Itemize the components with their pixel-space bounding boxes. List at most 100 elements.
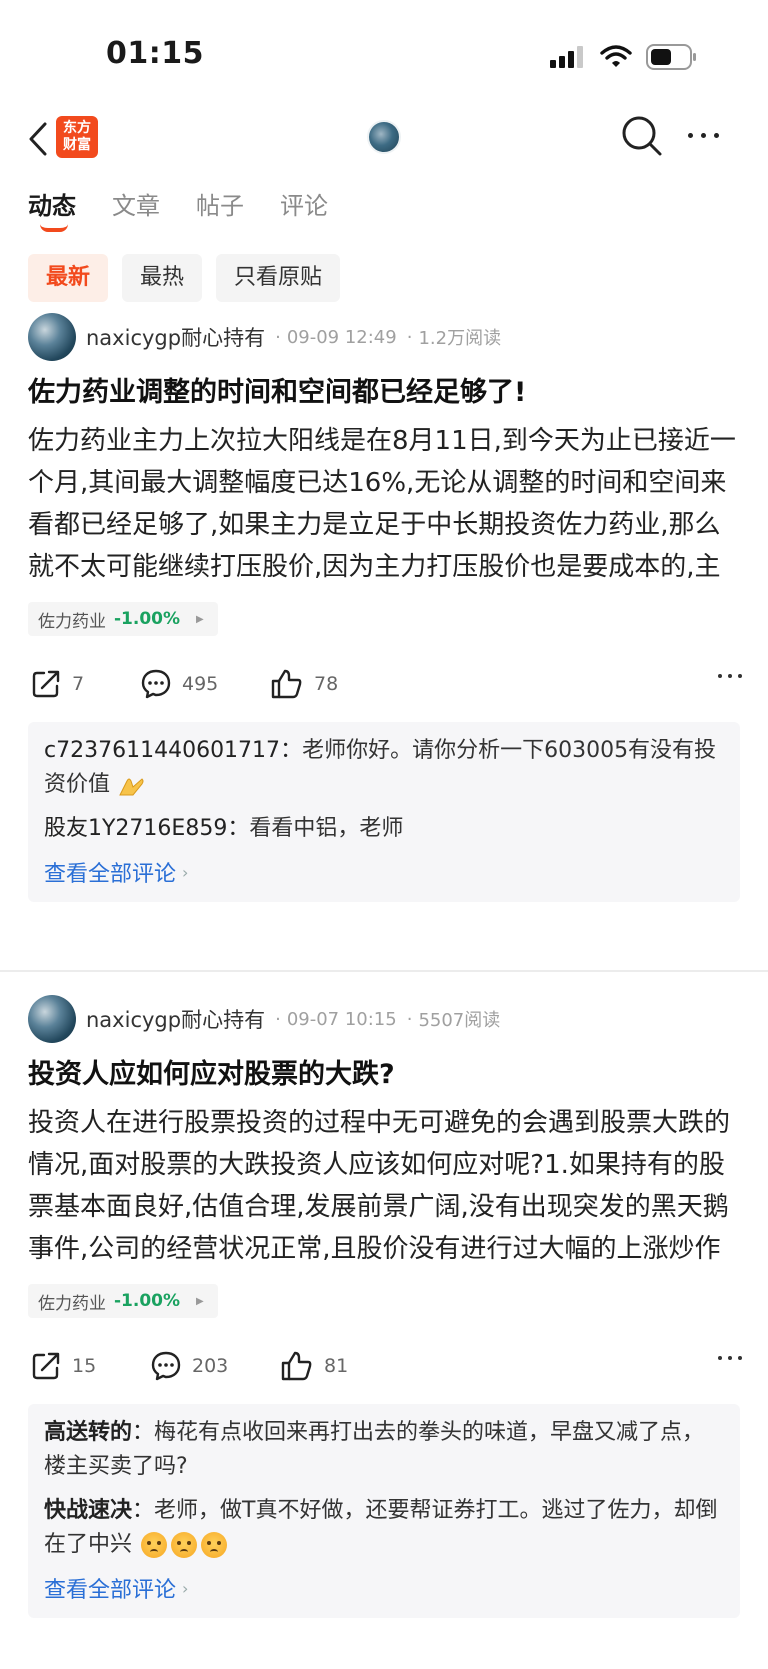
view-all-label: 查看全部评论	[44, 1578, 177, 1603]
comment-separator: ：	[227, 816, 250, 841]
stock-tag[interactable]: 佐力药业 -1.00% ▶	[28, 1284, 218, 1318]
author-avatar[interactable]	[28, 995, 76, 1043]
like-button[interactable]: 81	[280, 1350, 348, 1382]
more-dot-icon	[738, 1356, 742, 1360]
tab-label: 帖子	[196, 192, 244, 220]
comment-button[interactable]: 495	[140, 668, 270, 700]
post-more-button[interactable]	[718, 1356, 742, 1360]
stock-name: 佐力药业	[38, 611, 106, 632]
worried-face-emoji-icon	[201, 1532, 228, 1558]
stock-change: -1.00%	[114, 1291, 181, 1311]
comment-item[interactable]: 股友1Y2716E859：看看中铝，老师	[44, 812, 724, 846]
meta-dot: ·	[406, 1008, 413, 1030]
more-dot-icon	[687, 132, 693, 138]
view-all-label: 查看全部评论	[44, 862, 177, 887]
comment-preview: 高送转的：梅花有点收回来再打出去的拳头的味道，早盘又减了点，楼主买卖了吗? 快战…	[28, 1404, 740, 1618]
comment-user[interactable]: 高送转的	[44, 1420, 132, 1445]
post-date: 09-09 12:49	[286, 326, 397, 348]
more-dot-icon	[718, 1356, 722, 1360]
chevron-right-icon: ›	[182, 862, 189, 882]
comment-bubble-icon	[141, 669, 171, 699]
more-dot-icon	[728, 1356, 732, 1360]
share-button[interactable]: 7	[30, 668, 140, 700]
tab-dongtai[interactable]: 动态	[28, 186, 76, 232]
nav-bar: 东方 财富	[0, 110, 768, 170]
post-divider	[0, 970, 768, 972]
meta-dot: ·	[275, 326, 281, 348]
filter-latest[interactable]: 最新	[28, 254, 109, 302]
comment-separator: ：	[132, 1498, 155, 1523]
tab-comments[interactable]: 评论	[280, 186, 328, 230]
post-card[interactable]: naxicygp耐心持有 · 09-09 12:49 · 1.2万阅读 佐力药业…	[0, 312, 768, 962]
comment-count: 495	[182, 673, 219, 695]
action-bar: 7 495 78	[30, 664, 742, 704]
comment-user[interactable]: 快战速决	[44, 1498, 132, 1523]
post-card[interactable]: naxicygp耐心持有 · 09-07 10:15 · 5507阅读 投资人应…	[0, 994, 768, 1669]
play-arrow-icon: ▶	[196, 613, 204, 625]
more-dot-icon	[700, 132, 706, 138]
stock-change: -1.00%	[114, 609, 181, 629]
more-dot-icon	[738, 674, 742, 678]
like-count: 78	[314, 673, 339, 695]
tab-posts[interactable]: 帖子	[196, 186, 244, 230]
comment-item[interactable]: c7237611440601717：老师你好。请你分析一下603005有没有投资…	[44, 734, 724, 802]
like-button[interactable]: 78	[270, 668, 338, 700]
comment-preview: c7237611440601717：老师你好。请你分析一下603005有没有投资…	[28, 722, 740, 902]
post-title[interactable]: 佐力药业调整的时间和空间都已经足够了!	[28, 374, 740, 412]
comment-item[interactable]: 快战速决：老师，做T真不好做，还要帮证券打工。逃过了佐力，却倒在了中兴	[44, 1494, 724, 1562]
post-header: naxicygp耐心持有 · 09-07 10:15 · 5507阅读	[28, 994, 500, 1044]
comment-user[interactable]: 股友1Y2716E859	[44, 816, 227, 841]
tab-label: 评论	[280, 192, 328, 220]
read-count: 1.2万阅读	[418, 328, 502, 349]
tab-articles[interactable]: 文章	[112, 186, 160, 230]
more-dot-icon	[713, 132, 719, 138]
post-title[interactable]: 投资人应如何应对股票的大跌?	[28, 1056, 740, 1094]
view-all-comments-link[interactable]: 查看全部评论 ›	[44, 856, 724, 888]
stock-tag[interactable]: 佐力药业 -1.00% ▶	[28, 602, 218, 636]
comment-separator: ：	[280, 738, 303, 763]
tab-label: 文章	[112, 192, 160, 220]
share-button[interactable]: 15	[30, 1350, 150, 1382]
filter-original-only[interactable]: 只看原贴	[216, 254, 341, 302]
back-button[interactable]	[22, 116, 54, 162]
meta-dot: ·	[275, 1008, 281, 1030]
comment-item[interactable]: 高送转的：梅花有点收回来再打出去的拳头的味道，早盘又减了点，楼主买卖了吗?	[44, 1416, 724, 1484]
signal-icon	[550, 46, 583, 68]
more-dot-icon	[718, 674, 722, 678]
tab-label: 动态	[28, 192, 76, 220]
chevron-left-icon	[29, 122, 47, 156]
worried-face-emoji-icon	[141, 1532, 168, 1558]
status-icons	[550, 42, 698, 72]
tab-active-indicator	[40, 224, 68, 232]
filter-bar: 最新 最热 只看原贴	[28, 254, 341, 302]
stock-name: 佐力药业	[38, 1293, 106, 1314]
author-name[interactable]: naxicygp耐心持有	[86, 1004, 265, 1034]
logo-line2: 财富	[63, 137, 91, 153]
comment-separator: ：	[132, 1420, 155, 1445]
filter-hottest[interactable]: 最热	[122, 254, 203, 302]
author-name[interactable]: naxicygp耐心持有	[86, 322, 265, 352]
chevron-right-icon: ›	[182, 1578, 189, 1598]
view-all-comments-link[interactable]: 查看全部评论 ›	[44, 1572, 724, 1604]
author-avatar[interactable]	[28, 313, 76, 361]
status-time: 01:15	[106, 36, 204, 71]
share-count: 15	[72, 1355, 97, 1377]
app-logo[interactable]: 东方 财富	[56, 116, 98, 158]
comment-user[interactable]: c7237611440601717	[44, 738, 280, 763]
search-button[interactable]	[620, 114, 664, 158]
post-more-button[interactable]	[718, 674, 742, 678]
post-body[interactable]: 投资人在进行股票投资的过程中无可避免的会遇到股票大跌的情况,面对股票的大跌投资人…	[28, 1102, 740, 1270]
like-count: 81	[324, 1355, 349, 1377]
profile-avatar[interactable]	[367, 120, 401, 154]
post-date: 09-07 10:15	[286, 1008, 397, 1030]
wifi-icon	[600, 45, 632, 67]
meta-dot: ·	[406, 326, 413, 348]
more-dot-icon	[728, 674, 732, 678]
share-count: 7	[72, 673, 85, 695]
post-body[interactable]: 佐力药业主力上次拉大阳线是在8月11日,到今天为止已接近一个月,其间最大调整幅度…	[28, 420, 740, 588]
more-button[interactable]	[683, 120, 723, 150]
praying-hands-emoji-icon	[119, 778, 144, 796]
comment-button[interactable]: 203	[150, 1350, 280, 1382]
play-arrow-icon: ▶	[196, 1295, 204, 1307]
worried-face-emoji-icon	[171, 1532, 198, 1558]
